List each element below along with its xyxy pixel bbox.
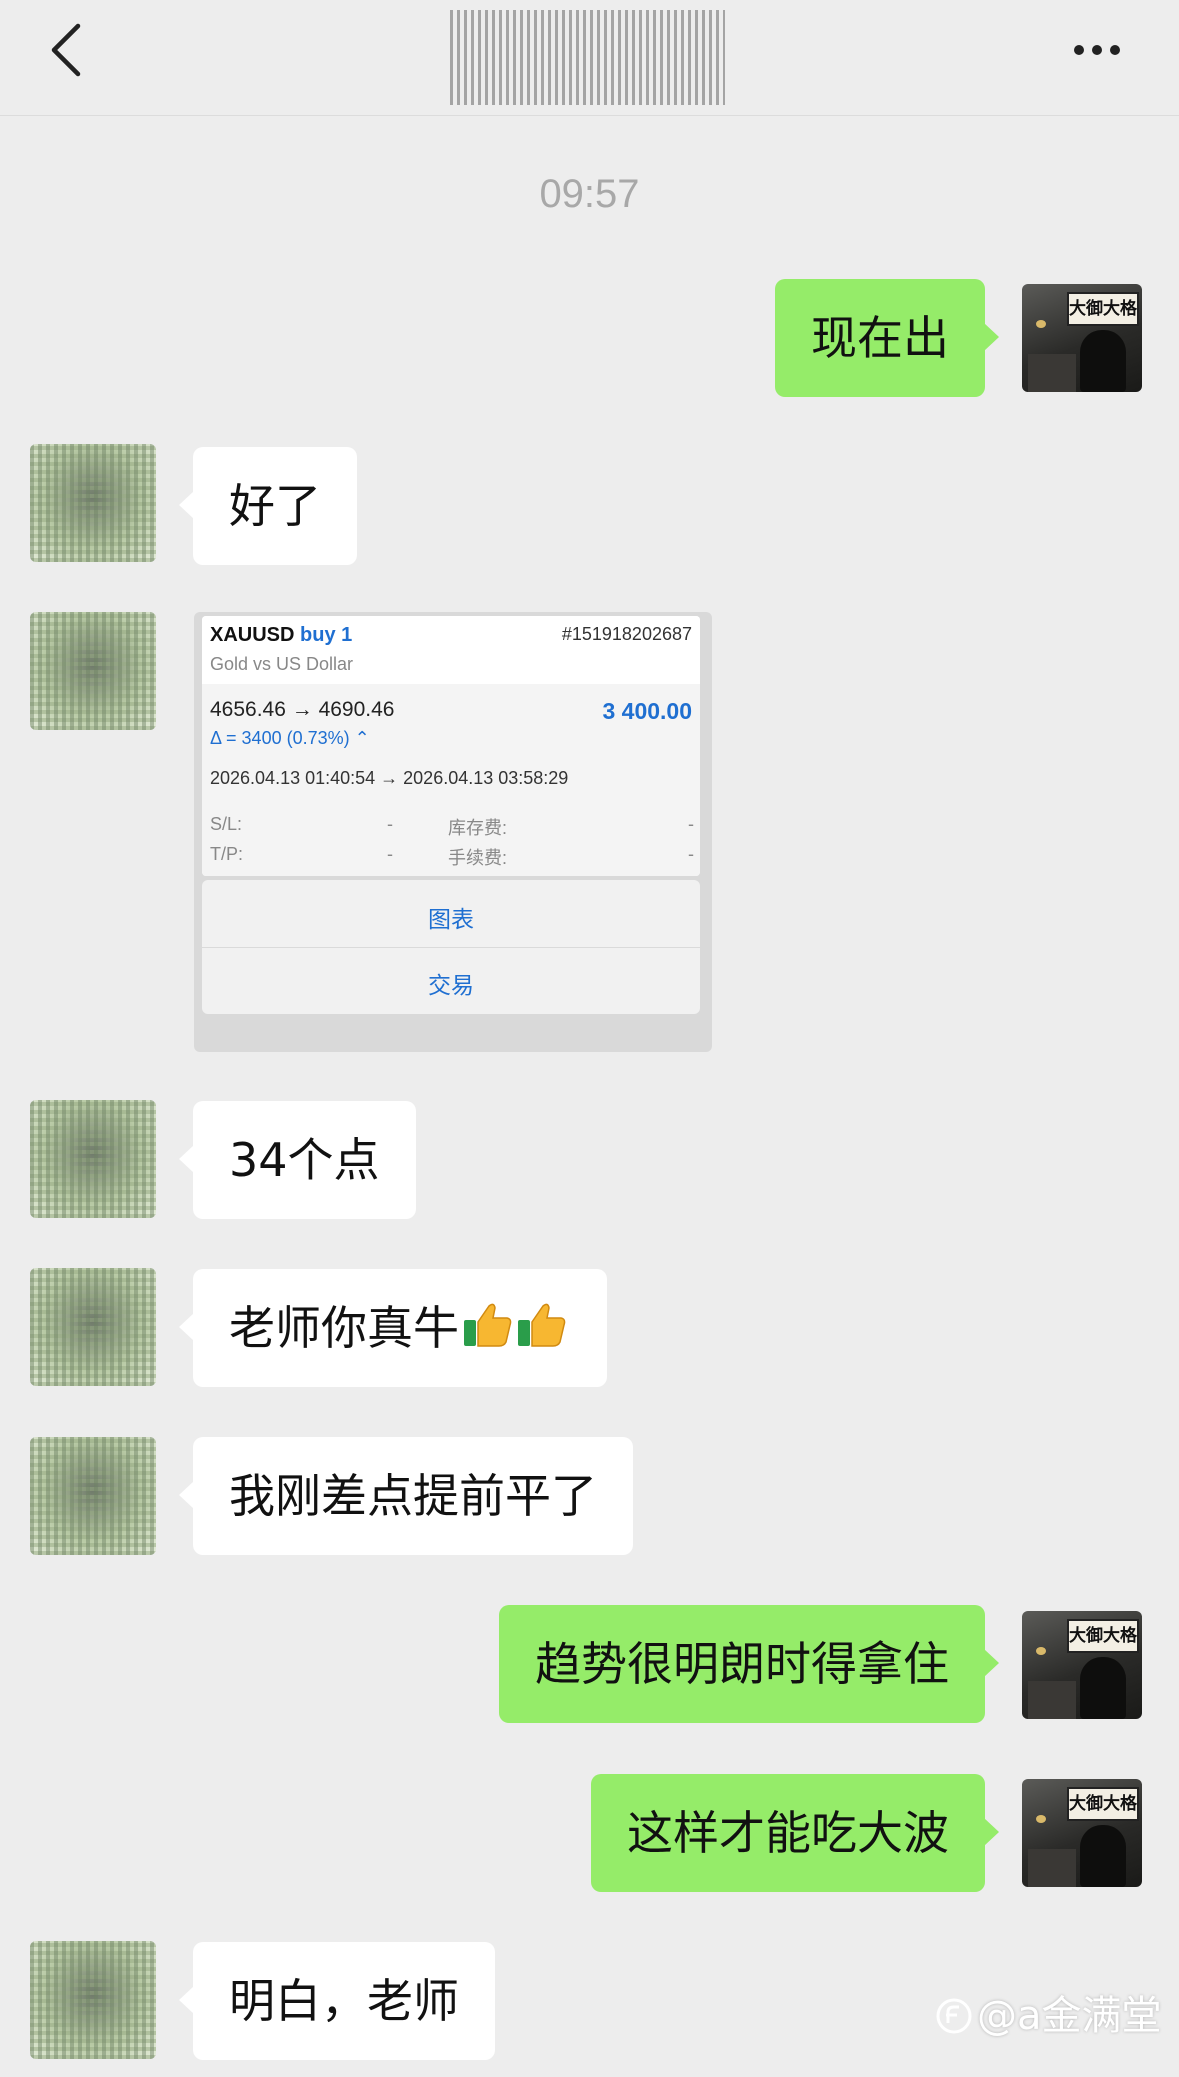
back-button[interactable] — [48, 22, 88, 78]
trade-description: Gold vs US Dollar — [210, 654, 354, 674]
fee-label: 手续费: — [448, 848, 508, 868]
avatar-self[interactable]: 大御大格 — [1022, 1611, 1142, 1719]
avatar-contact[interactable] — [30, 1268, 156, 1386]
trade-details-panel: XAUUSD buy 1 #151918202687 Gold vs US Do… — [202, 616, 700, 876]
avatar-sign: 大御大格 — [1067, 292, 1139, 326]
avatar-sign: 大御大格 — [1067, 1787, 1139, 1821]
avatar-contact[interactable] — [30, 1100, 156, 1218]
swap-label: 库存费: — [448, 818, 508, 838]
trade-order-id: #151918202687 — [561, 624, 692, 644]
trade-times: 2026.04.13 01:40:54 → 2026.04.13 03:58:2… — [210, 768, 569, 788]
trade-context-menu: 图表 交易 — [202, 880, 700, 1014]
more-dots-icon — [1074, 45, 1084, 55]
lamp — [1036, 1815, 1046, 1823]
trade-screenshot-image[interactable]: XAUUSD buy 1 #151918202687 Gold vs US Do… — [194, 612, 712, 1052]
tp-value: - — [387, 844, 393, 864]
sl-label: S/L: — [210, 814, 243, 834]
thumbs-up-icon — [518, 1303, 566, 1347]
swap-value: - — [688, 814, 694, 834]
top-bar — [0, 0, 1179, 116]
more-dot — [1092, 45, 1102, 55]
chevron-left-icon — [51, 23, 81, 77]
message-bubble-incoming[interactable]: 老师你真牛 — [179, 1269, 607, 1387]
watermark-text: @a金满堂 — [977, 1993, 1162, 2039]
more-dot — [1110, 45, 1120, 55]
message-bubble-outgoing[interactable]: 这样才能吃大波 — [591, 1774, 999, 1892]
message-text: 老师你真牛 — [229, 1301, 459, 1355]
avatar-contact[interactable] — [30, 1437, 156, 1555]
person-silhouette — [1080, 1657, 1126, 1719]
sl-value: - — [387, 814, 393, 834]
trade-side: buy 1 — [300, 624, 353, 646]
lamp — [1036, 320, 1046, 328]
message-bubble-incoming[interactable]: 34个点 — [179, 1101, 416, 1219]
lamp — [1036, 1647, 1046, 1655]
message-bubble-incoming[interactable]: 我刚差点提前平了 — [179, 1437, 633, 1555]
message-bubble-outgoing[interactable]: 现在出 — [775, 279, 999, 397]
avatar-contact[interactable] — [30, 444, 156, 562]
tp-label: T/P: — [210, 844, 244, 864]
trade-symbol: XAUUSD — [210, 624, 295, 646]
avatar-sign: 大御大格 — [1067, 1619, 1139, 1653]
desk — [1028, 354, 1076, 392]
trade-delta: Δ = 3400 (0.73%) ⌃ — [210, 728, 370, 748]
watermark: @a金满堂 — [935, 1983, 1162, 2041]
avatar-contact[interactable] — [30, 1941, 156, 2059]
watermark-logo-icon — [936, 1998, 972, 2034]
person-silhouette — [1080, 330, 1126, 392]
desk — [1028, 1681, 1076, 1719]
trade-profit: 3 400.00 — [602, 698, 692, 724]
person-silhouette — [1080, 1825, 1126, 1887]
avatar-self[interactable]: 大御大格 — [1022, 1779, 1142, 1887]
avatar-contact[interactable] — [30, 612, 156, 730]
chat-title-obscured — [450, 10, 725, 105]
message-bubble-incoming[interactable]: 明白，老师 — [179, 1942, 495, 2060]
message-bubble-incoming[interactable]: 好了 — [179, 447, 357, 565]
trade-header: XAUUSD buy 1 #151918202687 Gold vs US Do… — [202, 616, 700, 684]
trade-body: 4656.46 → 4690.46 3 400.00 Δ = 3400 (0.7… — [202, 684, 700, 876]
desk — [1028, 1849, 1076, 1887]
thumbs-up-icon — [464, 1303, 512, 1347]
menu-divider — [202, 947, 700, 948]
avatar-self[interactable]: 大御大格 — [1022, 284, 1142, 392]
message-timestamp: 09:57 — [539, 172, 640, 216]
trade-prices: 4656.46 → 4690.46 — [210, 698, 395, 721]
trade-symbol-line: XAUUSD buy 1 — [210, 624, 352, 647]
menu-item-trade[interactable]: 交易 — [202, 966, 700, 1000]
menu-item-chart[interactable]: 图表 — [202, 900, 700, 934]
fee-value: - — [688, 844, 694, 864]
more-button[interactable] — [1070, 22, 1140, 78]
message-bubble-outgoing[interactable]: 趋势很明朗时得拿住 — [499, 1605, 999, 1723]
